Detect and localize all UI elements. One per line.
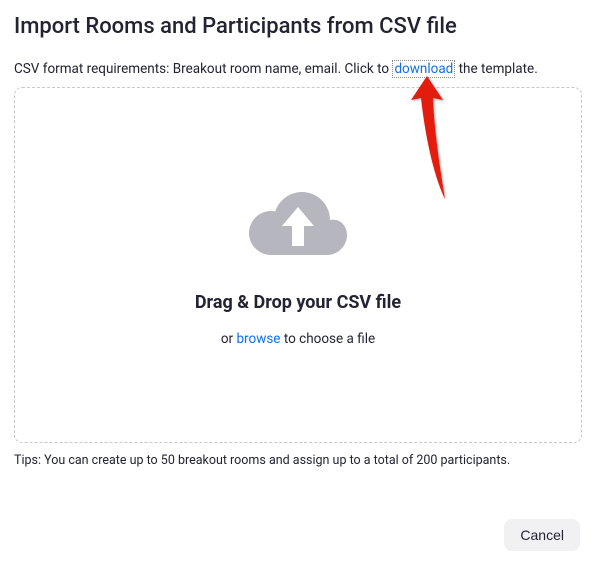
csv-format-hint: CSV format requirements: Breakout room n… <box>14 61 580 77</box>
dropzone-subtext: or browse to choose a file <box>221 331 375 347</box>
browse-link[interactable]: browse <box>236 331 280 347</box>
cloud-upload-icon <box>244 184 352 264</box>
csv-dropzone[interactable]: Drag & Drop your CSV file or browse to c… <box>14 87 582 443</box>
page-title: Import Rooms and Participants from CSV f… <box>14 14 580 39</box>
subtitle-prefix: CSV format requirements: Breakout room n… <box>14 61 392 77</box>
tips-text: Tips: You can create up to 50 breakout r… <box>14 453 580 468</box>
dropzone-heading: Drag & Drop your CSV file <box>195 292 401 313</box>
download-template-link[interactable]: download <box>392 60 455 78</box>
dropzone-suffix: to choose a file <box>280 331 375 347</box>
cancel-button[interactable]: Cancel <box>504 519 580 551</box>
subtitle-suffix: the template. <box>455 61 537 77</box>
dropzone-or: or <box>221 331 237 347</box>
